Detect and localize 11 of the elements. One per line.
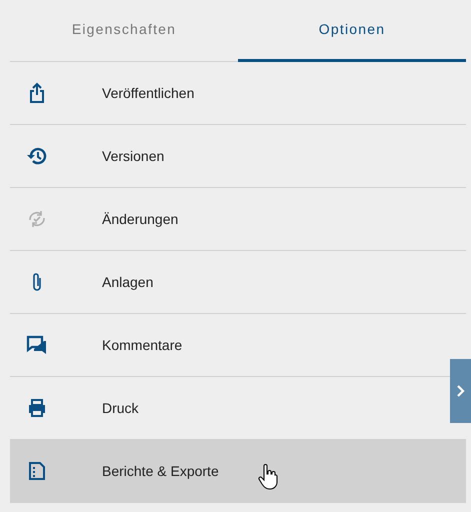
menu-item[interactable]: Versionen <box>26 145 164 167</box>
menu-item[interactable]: Anlagen <box>26 271 154 293</box>
tab[interactable]: Eigenschaften <box>10 0 238 62</box>
expand-button[interactable] <box>450 359 471 423</box>
chevron-right-icon <box>456 385 464 397</box>
menu-item[interactable]: Kommentare <box>26 334 182 356</box>
menu-item[interactable]: Berichte & Exporte <box>10 440 466 503</box>
menu-item[interactable]: Druck <box>26 397 139 419</box>
hand-cursor-icon <box>258 464 278 490</box>
tab[interactable]: Optionen <box>238 0 466 62</box>
menu-item[interactable]: Veröffentlichen <box>26 82 194 104</box>
